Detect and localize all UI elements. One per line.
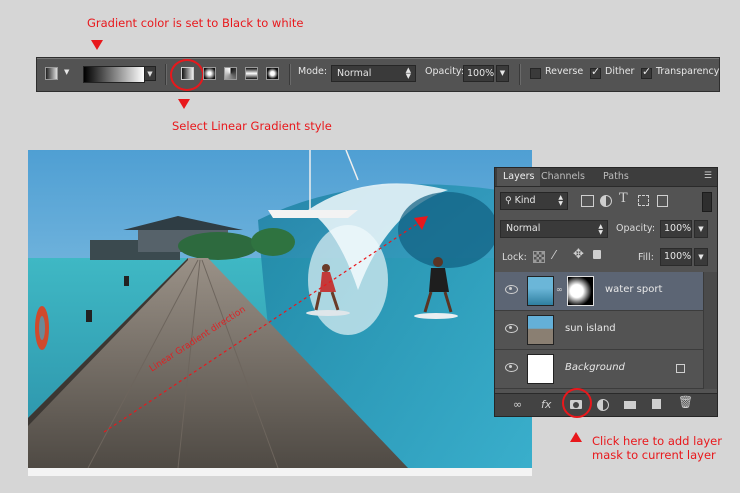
adjustment-icon[interactable] bbox=[597, 399, 609, 411]
fx-icon[interactable]: fx bbox=[541, 399, 551, 410]
layer-thumbnail[interactable] bbox=[527, 354, 554, 384]
opacity-value: 100% bbox=[467, 68, 495, 79]
mode-label: Mode: bbox=[298, 66, 328, 77]
lock-icon bbox=[676, 364, 685, 373]
photo-illustration bbox=[28, 150, 532, 468]
fill-value: 100% bbox=[664, 251, 692, 262]
lock-transparent-icon[interactable] bbox=[533, 251, 545, 263]
blend-mode-value: Normal bbox=[506, 223, 541, 234]
panel-tabs: Layers Channels Paths ☰ bbox=[495, 168, 717, 187]
transparency-label: Transparency bbox=[656, 66, 720, 77]
opacity-input[interactable]: 100% bbox=[463, 65, 494, 82]
chevron-updown-icon: ▲ ▼ bbox=[405, 66, 411, 80]
gradient-picker[interactable] bbox=[83, 66, 145, 83]
filter-shape-icon[interactable] bbox=[638, 195, 649, 206]
layer-thumbnail[interactable] bbox=[527, 315, 554, 345]
visibility-eye-icon[interactable] bbox=[505, 285, 518, 294]
new-layer-icon[interactable] bbox=[652, 399, 661, 409]
mask-arrow-icon bbox=[570, 432, 582, 442]
fill-dropdown[interactable]: ▼ bbox=[694, 248, 708, 266]
tab-paths[interactable]: Paths bbox=[597, 168, 635, 186]
canvas-edge bbox=[28, 468, 532, 476]
opacity-label: Opacity: bbox=[425, 66, 465, 77]
chevron-updown-icon: ▲ ▼ bbox=[558, 194, 563, 207]
reverse-checkbox[interactable] bbox=[530, 68, 541, 79]
mask-note-line1: Click here to add layer bbox=[592, 434, 722, 448]
tool-preset-chevron-icon[interactable]: ▼ bbox=[64, 68, 69, 76]
link-icon[interactable]: ∞ bbox=[513, 399, 522, 410]
mask-note-line2: mask to current layer bbox=[592, 448, 716, 462]
layer-row-background[interactable]: Background bbox=[495, 350, 703, 389]
layer-opacity-input[interactable]: 100% bbox=[660, 220, 692, 238]
mode-value: Normal bbox=[337, 68, 372, 79]
filter-kind-value: Kind bbox=[514, 195, 536, 206]
chain-link-icon[interactable]: ∞ bbox=[556, 285, 563, 294]
opacity-dropdown[interactable]: ▼ bbox=[496, 65, 509, 82]
blend-mode-select[interactable]: Normal ▲ ▼ bbox=[500, 220, 608, 238]
filter-type-icon[interactable]: T bbox=[619, 191, 628, 206]
gradient-note: Gradient color is set to Black to white bbox=[87, 16, 304, 30]
layer-row-water-sport[interactable]: ∞ water sport bbox=[495, 272, 703, 311]
layer-opacity-value: 100% bbox=[664, 223, 692, 234]
dither-checkbox[interactable] bbox=[590, 65, 601, 79]
gradient-arrow-icon bbox=[91, 40, 103, 50]
reverse-label: Reverse bbox=[545, 66, 584, 77]
radial-gradient-icon[interactable] bbox=[203, 67, 216, 80]
lock-brush-icon[interactable]: ⁄ bbox=[553, 248, 555, 262]
layer-name[interactable]: Background bbox=[565, 362, 625, 373]
opacity-label: Opacity: bbox=[616, 223, 656, 234]
filter-toggle[interactable] bbox=[702, 192, 712, 212]
linear-note: Select Linear Gradient style bbox=[172, 119, 332, 133]
panel-scrollbar[interactable] bbox=[703, 272, 717, 389]
mode-select[interactable]: Normal ▲ ▼ bbox=[331, 65, 416, 82]
fill-input[interactable]: 100% bbox=[660, 248, 692, 266]
add-mask-highlight bbox=[562, 388, 592, 418]
layers-panel: Layers Channels Paths ☰ ⚲ Kind ▲ ▼ T Norm… bbox=[494, 167, 718, 417]
filter-pixel-icon[interactable] bbox=[581, 195, 594, 207]
divider bbox=[289, 64, 291, 85]
visibility-eye-icon[interactable] bbox=[505, 324, 518, 333]
divider bbox=[519, 64, 521, 85]
divider bbox=[165, 64, 167, 85]
chevron-updown-icon: ▲ ▼ bbox=[598, 223, 603, 236]
filter-kind-select[interactable]: ⚲ Kind ▲ ▼ bbox=[500, 192, 568, 210]
transparency-checkbox[interactable] bbox=[641, 65, 652, 79]
layer-name[interactable]: water sport bbox=[605, 284, 662, 295]
lock-all-icon[interactable] bbox=[593, 250, 601, 259]
linear-gradient-highlight bbox=[170, 59, 204, 91]
search-icon: ⚲ bbox=[505, 196, 512, 206]
fill-label: Fill: bbox=[638, 252, 654, 263]
lock-label: Lock: bbox=[502, 252, 527, 263]
tab-channels[interactable]: Channels bbox=[535, 168, 591, 186]
layer-opacity-dropdown[interactable]: ▼ bbox=[694, 220, 708, 238]
trash-icon[interactable]: 🗑 bbox=[678, 396, 693, 408]
filter-smartobject-icon[interactable] bbox=[657, 195, 668, 207]
layer-name[interactable]: sun island bbox=[565, 323, 616, 334]
linear-arrow-icon bbox=[178, 99, 190, 109]
dither-label: Dither bbox=[605, 66, 635, 77]
layers-bottom-bar: ∞ fx 🗑 bbox=[495, 393, 717, 416]
panel-menu-icon[interactable]: ☰ bbox=[704, 171, 712, 181]
options-bar: ▼ ▼ Mode: Normal ▲ ▼ Opacity: 100% ▼ Reve… bbox=[36, 57, 720, 92]
visibility-eye-icon[interactable] bbox=[505, 363, 518, 372]
folder-icon[interactable] bbox=[624, 401, 636, 409]
gradient-tool-icon[interactable] bbox=[45, 67, 58, 80]
tab-layers[interactable]: Layers bbox=[497, 168, 541, 186]
layer-row-sun-island[interactable]: sun island bbox=[495, 311, 703, 350]
diamond-gradient-icon[interactable] bbox=[266, 67, 279, 80]
filter-adjustment-icon[interactable] bbox=[600, 195, 612, 207]
layer-thumbnail[interactable] bbox=[527, 276, 554, 306]
layer-mask-thumbnail[interactable] bbox=[567, 276, 594, 306]
gradient-picker-dropdown[interactable]: ▼ bbox=[144, 66, 156, 81]
lock-move-icon[interactable]: ✥ bbox=[573, 247, 584, 262]
canvas-photo[interactable]: Linear Gradient direction bbox=[28, 150, 532, 468]
reflected-gradient-icon[interactable] bbox=[245, 67, 258, 80]
angle-gradient-icon[interactable] bbox=[224, 67, 237, 80]
